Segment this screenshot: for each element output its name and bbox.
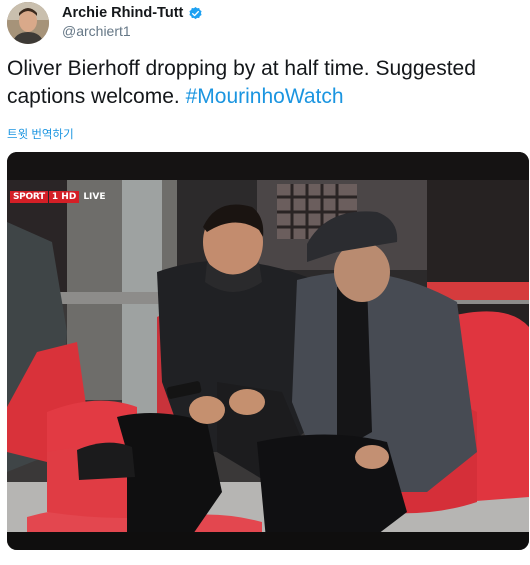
tweet-header: Archie Rhind-Tutt @archiert1 [7, 2, 507, 46]
author-handle[interactable]: @archiert1 [62, 23, 203, 39]
tweet-media-photo[interactable]: SPORT 1 HD LIVE [7, 152, 529, 550]
hashtag-link[interactable]: #MourinhoWatch [186, 85, 344, 108]
author-display-name[interactable]: Archie Rhind-Tutt [62, 5, 183, 21]
photo-scene [7, 152, 529, 550]
avatar[interactable] [7, 2, 49, 44]
verified-badge-icon [188, 6, 203, 21]
broadcast-live-label: LIVE [83, 192, 106, 202]
translate-tweet-link[interactable]: 트윗 번역하기 [7, 126, 74, 142]
broadcast-channel: 1 HD [48, 191, 80, 203]
tweet-text: Oliver Bierhoff dropping by at half time… [7, 55, 522, 111]
author-info: Archie Rhind-Tutt @archiert1 [62, 4, 203, 39]
tweet-card: Archie Rhind-Tutt @archiert1 Oliver Bier… [0, 0, 530, 565]
broadcast-overlay: SPORT 1 HD LIVE [10, 190, 106, 204]
broadcast-logo: SPORT [10, 191, 48, 203]
